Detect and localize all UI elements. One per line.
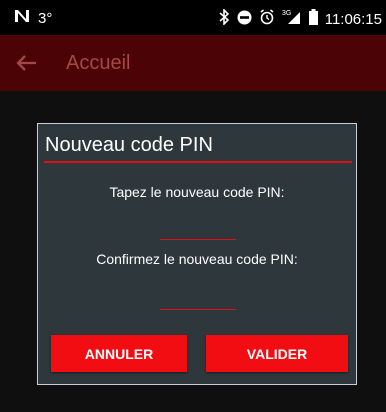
new-pin-input[interactable] (160, 223, 236, 240)
app-bar: Accueil (0, 35, 386, 91)
confirm-pin-label: Confirmez le nouveau code PIN: (96, 251, 298, 267)
dialog-title-divider (44, 161, 352, 163)
app-bar-title: Accueil (66, 52, 131, 74)
do-not-disturb-icon (237, 10, 252, 29)
temperature-text: 3° (38, 9, 53, 27)
status-right: 3G 11:06:15 (219, 8, 382, 29)
status-bar: 3° 3G 11:06:15 (0, 0, 386, 35)
status-left: 3° (14, 9, 52, 27)
clock-text: 11:06:15 (324, 10, 382, 28)
confirm-pin-input[interactable] (160, 293, 236, 310)
svg-text:3G: 3G (282, 10, 291, 17)
alarm-icon (259, 9, 275, 29)
cancel-button[interactable]: ANNULER (51, 335, 187, 372)
battery-icon (308, 9, 318, 29)
signal-icon: 3G (282, 9, 302, 29)
notification-icon (14, 9, 30, 27)
confirm-button[interactable]: VALIDER (206, 335, 348, 372)
back-arrow-icon[interactable] (14, 51, 38, 80)
bluetooth-icon (219, 8, 230, 29)
change-pin-dialog: Nouveau code PIN Tapez le nouveau code P… (37, 123, 357, 385)
dialog-title: Nouveau code PIN (45, 134, 213, 156)
new-pin-label: Tapez le nouveau code PIN: (109, 184, 285, 200)
